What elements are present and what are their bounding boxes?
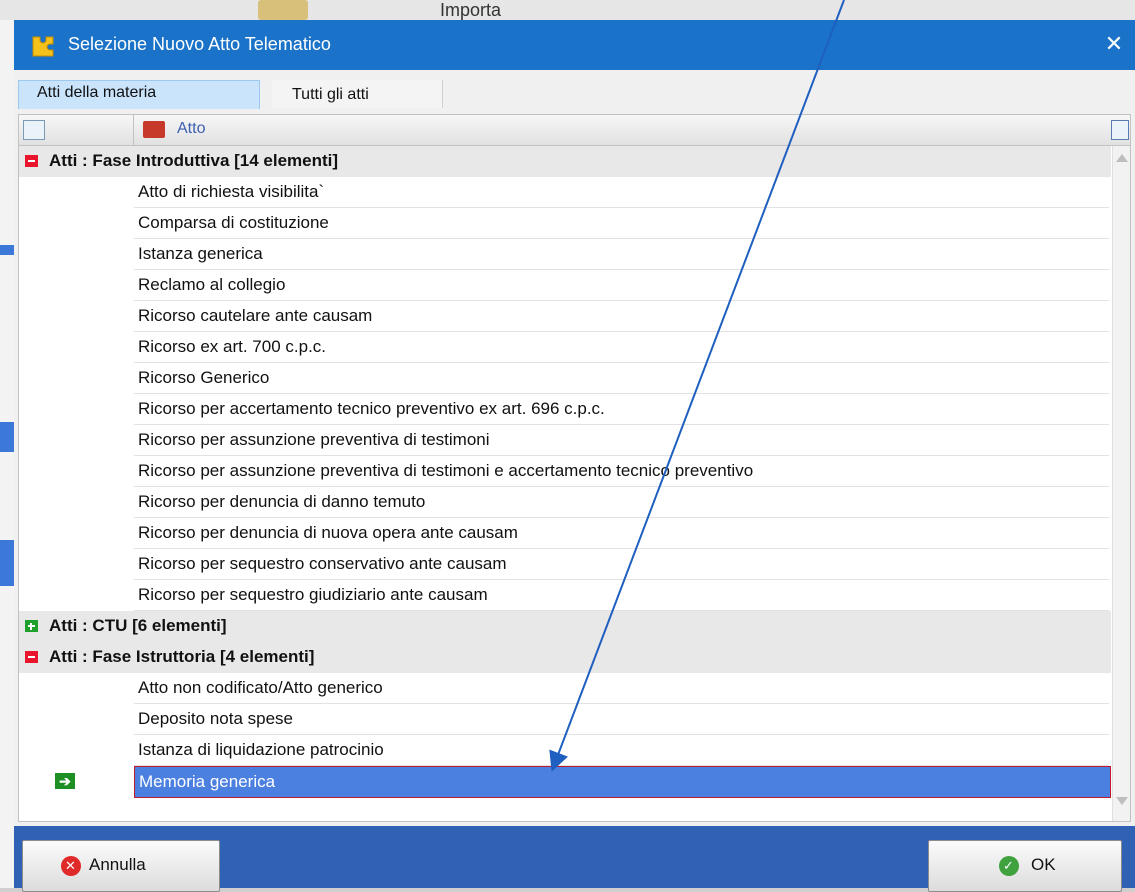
close-button[interactable]: ✕	[1100, 30, 1128, 58]
list-item[interactable]: Ricorso ex art. 700 c.p.c.	[19, 332, 1111, 363]
background-toolbar-icon	[258, 0, 308, 20]
item-cell[interactable]: Ricorso per assunzione preventiva di tes…	[134, 456, 1109, 487]
list-item[interactable]: Atto non codificato/Atto generico	[19, 673, 1111, 704]
collapse-icon[interactable]	[25, 155, 38, 167]
list-item[interactable]: Comparsa di costituzione	[19, 208, 1111, 239]
scroll-up-icon[interactable]	[1116, 154, 1128, 162]
item-label: Istanza di liquidazione patrocinio	[138, 740, 384, 759]
new-telematic-act-dialog: Selezione Nuovo Atto Telematico ✕ Atti d…	[14, 20, 1135, 892]
item-cell[interactable]: Memoria generica	[134, 766, 1111, 798]
group-label: Atti : Fase Istruttoria [4 elementi]	[49, 647, 315, 666]
item-cell[interactable]: Ricorso per assunzione preventiva di tes…	[134, 425, 1109, 456]
collapse-icon[interactable]	[25, 651, 38, 663]
ok-label: OK	[1031, 855, 1056, 874]
item-label: Istanza generica	[138, 244, 263, 263]
acts-grid: Atto Atti : Fase Introduttiva [14 elemen…	[18, 114, 1131, 822]
vertical-scrollbar[interactable]	[1112, 146, 1130, 821]
item-label: Memoria generica	[139, 772, 276, 791]
list-item[interactable]: Ricorso per denuncia di danno temuto	[19, 487, 1111, 518]
list-item[interactable]: Ricorso Generico	[19, 363, 1111, 394]
check-icon	[999, 856, 1019, 876]
list-item[interactable]: Ricorso per denuncia di nuova opera ante…	[19, 518, 1111, 549]
tab-atti-della-materia[interactable]: Atti della materia	[18, 80, 260, 109]
item-label: Ricorso cautelare ante causam	[138, 306, 373, 325]
item-label: Reclamo al collegio	[138, 275, 286, 294]
dialog-titlebar: Selezione Nuovo Atto Telematico ✕	[14, 20, 1135, 70]
list-item[interactable]: Istanza generica	[19, 239, 1111, 270]
item-cell[interactable]: Reclamo al collegio	[134, 270, 1109, 301]
tab-label: Tutti gli atti	[292, 86, 369, 103]
item-label: Atto non codificato/Atto generico	[138, 678, 383, 697]
item-cell[interactable]: Atto non codificato/Atto generico	[134, 673, 1109, 704]
list-item[interactable]: Ricorso per accertamento tecnico prevent…	[19, 394, 1111, 425]
group-row[interactable]: Atti : Fase Istruttoria [4 elementi]	[19, 642, 1111, 673]
item-cell[interactable]: Ricorso Generico	[134, 363, 1109, 394]
item-cell[interactable]: Istanza di liquidazione patrocinio	[134, 735, 1109, 766]
tab-label: Atti della materia	[37, 84, 157, 101]
tree-view-icon[interactable]	[23, 120, 45, 140]
list-item[interactable]: Istanza di liquidazione patrocinio	[19, 735, 1111, 766]
item-cell[interactable]: Ricorso ex art. 700 c.p.c.	[134, 332, 1109, 363]
document-icon	[143, 121, 165, 138]
list-item[interactable]: Ricorso per sequestro conservativo ante …	[19, 549, 1111, 580]
dialog-title: Selezione Nuovo Atto Telematico	[68, 34, 331, 54]
item-cell[interactable]: Ricorso cautelare ante causam	[134, 301, 1109, 332]
background-selection-strip	[0, 245, 14, 255]
group-row[interactable]: Atti : CTU [6 elementi]	[19, 611, 1111, 642]
group-label: Atti : CTU [6 elementi]	[49, 616, 227, 635]
group-row[interactable]: Atti : Fase Introduttiva [14 elementi]	[19, 146, 1111, 177]
item-label: Comparsa di costituzione	[138, 213, 329, 232]
item-label: Atto di richiesta visibilita`	[138, 182, 325, 201]
list-item[interactable]: Ricorso cautelare ante causam	[19, 301, 1111, 332]
list-item[interactable]: Ricorso per assunzione preventiva di tes…	[19, 425, 1111, 456]
column-separator	[133, 115, 134, 145]
column-chooser-icon[interactable]	[1111, 120, 1129, 140]
item-label: Ricorso per assunzione preventiva di tes…	[138, 461, 754, 480]
item-cell[interactable]: Istanza generica	[134, 239, 1109, 270]
cancel-icon	[61, 856, 81, 876]
list-item[interactable]: Ricorso per sequestro giudiziario ante c…	[19, 580, 1111, 611]
grid-rows: Atti : Fase Introduttiva [14 elementi] A…	[19, 146, 1111, 798]
tab-bar: Atti della materia Tutti gli atti	[14, 70, 1135, 110]
background-selection-strip	[0, 422, 14, 452]
item-label: Ricorso per denuncia di nuova opera ante…	[138, 523, 518, 542]
item-cell[interactable]: Comparsa di costituzione	[134, 208, 1109, 239]
item-label: Ricorso per sequestro conservativo ante …	[138, 554, 507, 573]
dialog-footer: Annulla OK	[14, 826, 1135, 892]
cancel-button[interactable]: Annulla	[22, 840, 220, 892]
tab-tutti-gli-atti[interactable]: Tutti gli atti	[272, 80, 443, 108]
item-cell[interactable]: Deposito nota spese	[134, 704, 1109, 735]
grid-header: Atto	[19, 115, 1130, 146]
list-item-selected[interactable]: ➔ Memoria generica	[19, 766, 1111, 798]
item-label: Ricorso ex art. 700 c.p.c.	[138, 337, 327, 356]
item-label: Ricorso Generico	[138, 368, 270, 387]
ok-button[interactable]: OK	[928, 840, 1122, 892]
expand-icon[interactable]	[25, 620, 38, 632]
list-item[interactable]: Reclamo al collegio	[19, 270, 1111, 301]
cancel-label: Annulla	[89, 855, 146, 874]
list-item[interactable]: Deposito nota spese	[19, 704, 1111, 735]
list-item[interactable]: Atto di richiesta visibilita`	[19, 177, 1111, 208]
item-cell[interactable]: Ricorso per denuncia di danno temuto	[134, 487, 1109, 518]
background-selection-strip	[0, 540, 14, 586]
scroll-down-icon[interactable]	[1116, 797, 1128, 805]
background-import-label: Importa	[440, 0, 502, 20]
item-label: Ricorso per sequestro giudiziario ante c…	[138, 585, 488, 604]
item-label: Ricorso per assunzione preventiva di tes…	[138, 430, 490, 449]
item-label: Ricorso per denuncia di danno temuto	[138, 492, 426, 511]
list-item[interactable]: Ricorso per assunzione preventiva di tes…	[19, 456, 1111, 487]
item-label: Ricorso per accertamento tecnico prevent…	[138, 399, 605, 418]
item-cell[interactable]: Ricorso per accertamento tecnico prevent…	[134, 394, 1109, 425]
group-label: Atti : Fase Introduttiva [14 elementi]	[49, 151, 339, 170]
item-cell[interactable]: Ricorso per sequestro giudiziario ante c…	[134, 580, 1109, 611]
item-cell[interactable]: Atto di richiesta visibilita`	[134, 177, 1109, 208]
background-app-toolbar: Importa	[0, 0, 1135, 20]
background-app-list-edge	[0, 20, 14, 888]
puzzle-icon	[32, 36, 54, 57]
column-header-atto[interactable]: Atto	[177, 120, 205, 138]
current-row-arrow-icon: ➔	[55, 773, 75, 789]
item-cell[interactable]: Ricorso per sequestro conservativo ante …	[134, 549, 1109, 580]
item-label: Deposito nota spese	[138, 709, 293, 728]
item-cell[interactable]: Ricorso per denuncia di nuova opera ante…	[134, 518, 1109, 549]
